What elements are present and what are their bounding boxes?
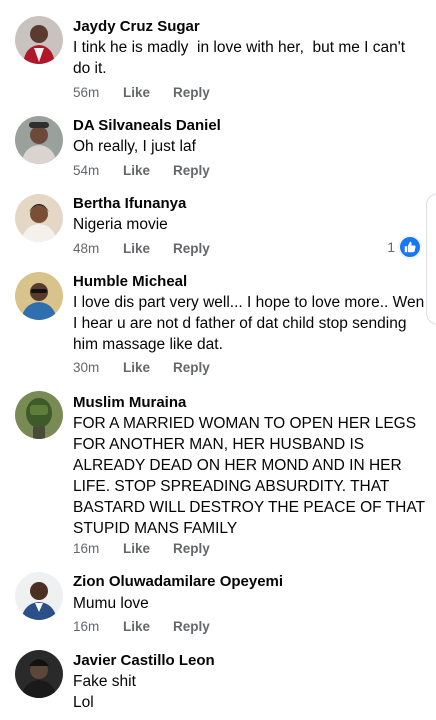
comment-text: I love dis part very well... I hope to l… bbox=[73, 294, 425, 353]
comment-text: FOR A MARRIED WOMAN TO OPEN HER LEGS FOR… bbox=[73, 415, 430, 537]
like-button[interactable]: Like bbox=[123, 540, 173, 558]
comment-time[interactable]: 16m bbox=[73, 540, 123, 558]
like-button[interactable]: Like bbox=[123, 618, 173, 636]
comment-time[interactable]: 16m bbox=[73, 618, 123, 636]
comment-text: Fake shit Lol bbox=[73, 673, 136, 711]
comment-time[interactable]: 54m bbox=[73, 162, 123, 180]
reaction-count: 1 bbox=[387, 239, 395, 255]
reply-button[interactable]: Reply bbox=[173, 359, 210, 377]
avatar[interactable] bbox=[15, 391, 63, 439]
avatar[interactable] bbox=[15, 116, 63, 164]
reply-button[interactable]: Reply bbox=[173, 84, 210, 102]
reply-button[interactable]: Reply bbox=[173, 240, 210, 258]
comment-text: Mumu love bbox=[73, 595, 149, 612]
commenter-name[interactable]: Muslim Muraina bbox=[73, 393, 186, 413]
comment-meta: 56m Like Reply bbox=[73, 84, 210, 102]
avatar[interactable] bbox=[15, 572, 63, 620]
avatar[interactable] bbox=[15, 272, 63, 320]
like-button[interactable]: Like bbox=[123, 359, 173, 377]
commenter-name[interactable]: Zion Oluwadamilare Opeyemi bbox=[73, 572, 283, 592]
reply-button[interactable]: Reply bbox=[173, 540, 210, 558]
comment-time[interactable]: 48m bbox=[73, 240, 123, 258]
like-button[interactable]: Like bbox=[123, 240, 173, 258]
commenter-name[interactable]: Humble Micheal bbox=[73, 272, 187, 292]
thumbs-up-icon bbox=[399, 236, 421, 258]
comment-text: I tink he is madly in love with her, but… bbox=[73, 39, 410, 77]
reply-button[interactable]: Reply bbox=[173, 618, 210, 636]
comment-meta: 16m Like Reply bbox=[73, 540, 210, 558]
commenter-name[interactable]: Bertha Ifunanya bbox=[73, 194, 186, 214]
commenter-name[interactable]: DA Silvaneals Daniel bbox=[73, 116, 221, 136]
comment-text: Nigeria movie bbox=[73, 216, 168, 233]
comment-meta: 48m Like Reply bbox=[73, 240, 210, 258]
avatar[interactable] bbox=[15, 16, 63, 64]
avatar[interactable] bbox=[15, 650, 63, 698]
comment-time[interactable]: 56m bbox=[73, 84, 123, 102]
comment-meta: 30m Like Reply bbox=[73, 359, 210, 377]
comment-meta: 16m Like Reply bbox=[73, 618, 210, 636]
comment-text: Oh really, I just laf bbox=[73, 138, 196, 155]
commenter-name[interactable]: Javier Castillo Leon bbox=[73, 651, 215, 671]
avatar[interactable] bbox=[15, 194, 63, 242]
reaction-summary[interactable]: 1 bbox=[387, 236, 421, 258]
like-button[interactable]: Like bbox=[123, 162, 173, 180]
comment-meta: 54m Like Reply bbox=[73, 162, 210, 180]
comment-time[interactable]: 30m bbox=[73, 359, 123, 377]
like-button[interactable]: Like bbox=[123, 84, 173, 102]
reply-button[interactable]: Reply bbox=[173, 162, 210, 180]
commenter-name[interactable]: Jaydy Cruz Sugar bbox=[73, 17, 200, 37]
